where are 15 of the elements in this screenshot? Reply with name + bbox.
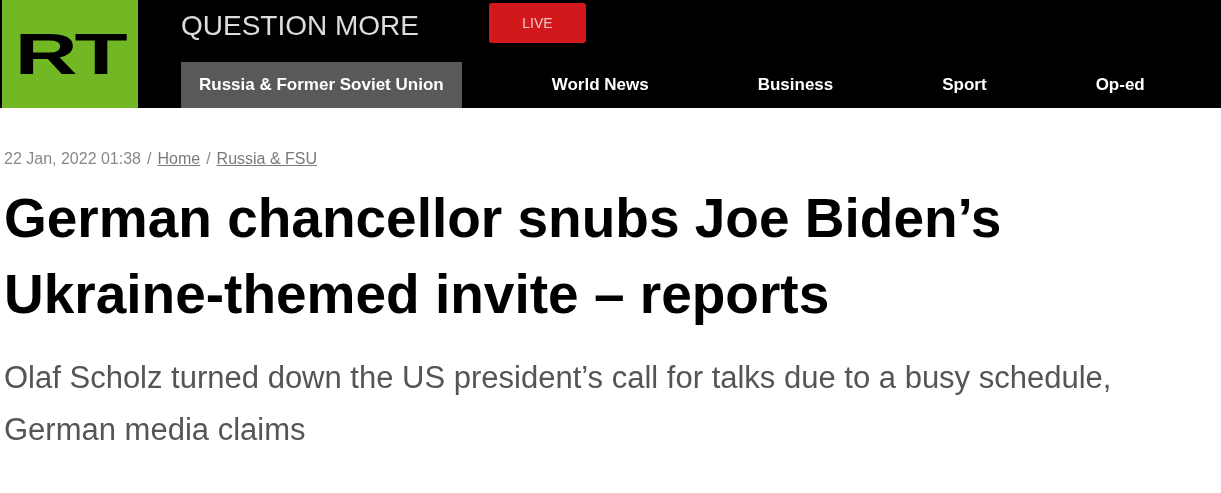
nav-tab[interactable]: Russia & Former Soviet Union [181,62,462,108]
nav-tab[interactable]: Business [757,62,834,108]
headline: German chancellor snubs Joe Biden’s Ukraine-themed invite – reports [4,186,1003,327]
nav-tab[interactable]: World News [551,62,649,108]
tagline: QUESTION MORE [181,10,419,42]
logo[interactable]: RT [2,0,138,108]
nav-tab[interactable]: Op-ed [1095,62,1145,108]
live-button[interactable]: LIVE [489,3,586,43]
publish-date: 22 Jan, 2022 01:38 [4,150,141,168]
breadcrumb-separator: / [147,150,152,168]
breadcrumb-link[interactable]: Russia & FSU [216,150,318,168]
nav-tab[interactable]: Sport [942,62,987,108]
breadcrumb-link[interactable]: Home [157,150,201,168]
summary: Olaf Scholz turned down the US president’s call for talks due to a busy schedule, German media claims [4,359,1113,449]
breadcrumb-separator: / [206,150,211,168]
